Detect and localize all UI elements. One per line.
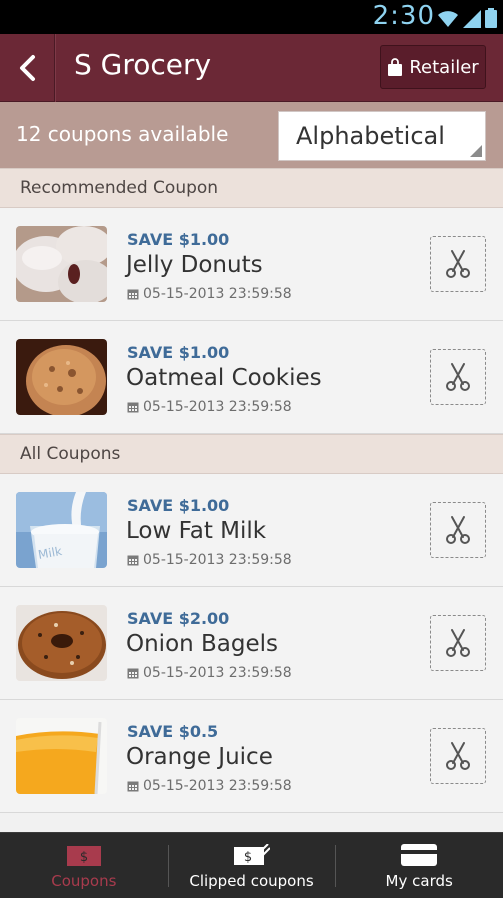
coupon-row[interactable]: SAVE $1.00 Jelly Donuts 05-15-2013 23:59… <box>0 208 503 321</box>
status-bar: 2:30 <box>0 0 503 34</box>
svg-text:$: $ <box>243 850 251 865</box>
coupon-row[interactable]: SAVE $2.00 Onion Bagels 05-15-2013 23:59… <box>0 587 503 700</box>
coupon-expiry: 05-15-2013 23:59:58 <box>127 552 292 568</box>
coupon-row[interactable]: Milk SAVE $1.00 Low Fat Milk 05-15-2013 … <box>0 474 503 587</box>
sort-value: Alphabetical <box>296 122 445 150</box>
sort-bar: 12 coupons available Alphabetical <box>0 102 503 168</box>
coupon-save: SAVE $1.00 <box>127 496 230 515</box>
clipped-coupon-icon: $ <box>233 844 270 865</box>
dropdown-corner-icon <box>470 145 482 157</box>
coupon-count: 12 coupons available <box>16 122 229 146</box>
coupon-expiry: 05-15-2013 23:59:58 <box>127 665 292 681</box>
coupon-save: SAVE $2.00 <box>127 609 230 628</box>
coupon-name: Jelly Donuts <box>126 252 263 278</box>
scissors-icon <box>446 742 470 770</box>
coupon-date: 05-15-2013 23:59:58 <box>143 552 292 568</box>
cookie-image <box>16 339 107 415</box>
coupon-date: 05-15-2013 23:59:58 <box>143 399 292 415</box>
coupon-row[interactable]: SAVE $1.00 Oatmeal Cookies 05-15-2013 23… <box>0 321 503 434</box>
retailer-label: Retailer <box>409 56 479 78</box>
coupon-save: SAVE $1.00 <box>127 230 230 249</box>
chevron-left-icon <box>20 55 35 81</box>
juice-image <box>16 718 107 794</box>
tab-my-cards[interactable]: My cards <box>335 833 503 898</box>
milk-image: Milk <box>16 492 107 568</box>
coupon-expiry: 05-15-2013 23:59:58 <box>127 778 292 794</box>
signal-icon <box>463 10 481 28</box>
coupon-name: Orange Juice <box>126 744 273 770</box>
tab-label: Coupons <box>51 872 117 890</box>
status-icons <box>437 6 497 28</box>
bottom-tab-bar: $ Coupons $ Clipped coupons My cards <box>0 832 503 898</box>
tab-coupons[interactable]: $ Coupons <box>0 833 168 898</box>
coupon-expiry: 05-15-2013 23:59:58 <box>127 399 292 415</box>
status-time: 2:30 <box>372 1 435 31</box>
page-title: S Grocery <box>74 48 212 81</box>
sort-dropdown[interactable]: Alphabetical <box>278 111 486 161</box>
coupon-row[interactable]: SAVE $0.5 Orange Juice 05-15-2013 23:59:… <box>0 700 503 813</box>
battery-icon <box>485 8 497 28</box>
calendar-icon <box>127 555 139 566</box>
clip-coupon-button[interactable] <box>430 236 486 292</box>
coupon-date: 05-15-2013 23:59:58 <box>143 665 292 681</box>
bagel-image <box>16 605 107 681</box>
clip-coupon-button[interactable] <box>430 502 486 558</box>
coupon-date: 05-15-2013 23:59:58 <box>143 286 292 302</box>
coupon-name: Oatmeal Cookies <box>126 365 322 391</box>
coupon-name: Onion Bagels <box>126 631 279 657</box>
coupon-save: SAVE $0.5 <box>127 722 219 741</box>
scissors-icon <box>446 363 470 391</box>
section-header-recommended: Recommended Coupon <box>0 168 503 208</box>
scissors-icon <box>446 250 470 278</box>
calendar-icon <box>127 668 139 679</box>
dollar-bill-icon: $ <box>66 846 101 866</box>
tab-label: My cards <box>385 872 453 890</box>
scissors-icon <box>446 516 470 544</box>
coupon-expiry: 05-15-2013 23:59:58 <box>127 286 292 302</box>
calendar-icon <box>127 781 139 792</box>
section-title: Recommended Coupon <box>20 178 219 198</box>
card-icon <box>401 844 438 866</box>
wifi-icon <box>438 11 458 27</box>
scissors-icon <box>446 629 470 657</box>
clip-coupon-button[interactable] <box>430 615 486 671</box>
back-button[interactable] <box>0 34 55 102</box>
shopping-bag-icon <box>388 58 403 76</box>
clip-coupon-button[interactable] <box>430 349 486 405</box>
donut-image <box>16 226 107 302</box>
calendar-icon <box>127 402 139 413</box>
section-header-all: All Coupons <box>0 434 503 474</box>
svg-text:$: $ <box>80 850 88 865</box>
app-header: S Grocery Retailer <box>0 34 503 102</box>
tab-clipped-coupons[interactable]: $ Clipped coupons <box>167 833 336 898</box>
coupon-save: SAVE $1.00 <box>127 343 230 362</box>
calendar-icon <box>127 289 139 300</box>
coupon-list[interactable]: Recommended Coupon SAVE $1.00 Jelly Donu… <box>0 168 503 832</box>
clip-coupon-button[interactable] <box>430 728 486 784</box>
coupon-date: 05-15-2013 23:59:58 <box>143 778 292 794</box>
retailer-button[interactable]: Retailer <box>380 45 486 89</box>
coupon-name: Low Fat Milk <box>126 518 267 544</box>
tab-label: Clipped coupons <box>189 872 314 890</box>
section-title: All Coupons <box>20 444 121 464</box>
